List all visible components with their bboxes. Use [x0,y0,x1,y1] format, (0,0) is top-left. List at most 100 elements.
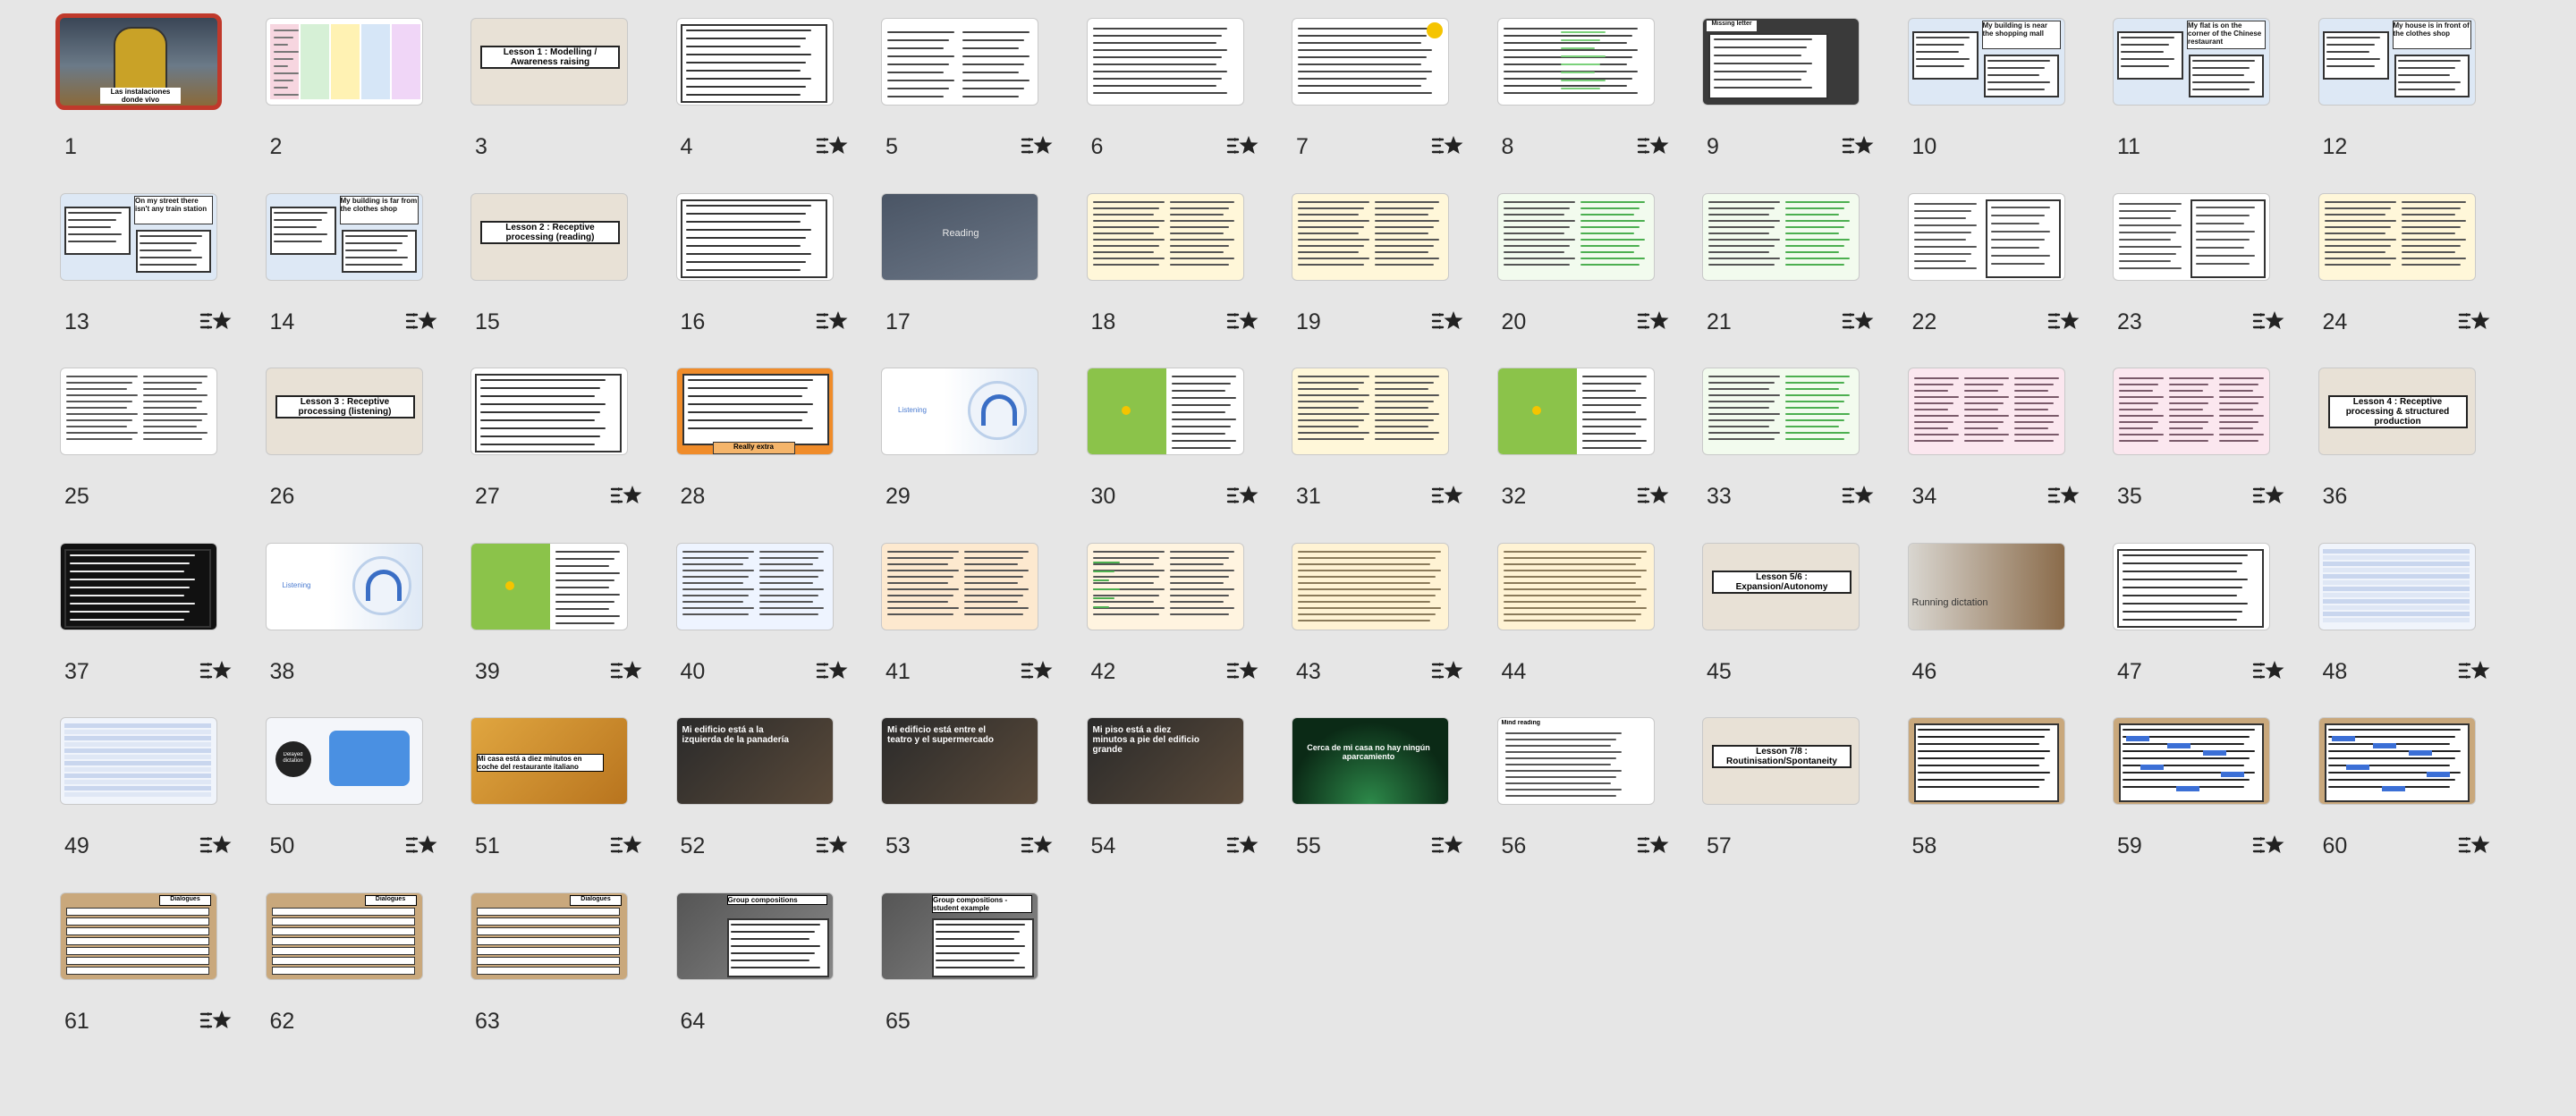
slide-preview[interactable] [881,18,1038,106]
slide-preview[interactable]: Dialogues [60,892,217,980]
slide-thumbnail[interactable]: Listening 38 [265,542,471,713]
transition-star-icon[interactable] [609,482,643,509]
transition-star-icon[interactable] [1636,832,1670,858]
transition-star-icon[interactable] [815,132,849,159]
slide-thumbnail[interactable]: 5 [881,18,1087,188]
slide-preview[interactable]: Lesson 5/6 : Expansion/Autonomy [1702,542,1860,630]
slide-thumbnail[interactable]: 39 [470,542,676,713]
transition-star-icon[interactable] [1225,482,1259,509]
slide-preview[interactable] [1702,192,1860,281]
slide-preview[interactable]: Lesson 4 : Receptive processing & struct… [2318,368,2476,455]
slide-preview[interactable]: Listening [881,368,1038,455]
slide-thumbnail[interactable]: Las instalaciones donde vivo 1 [55,13,266,188]
slide-thumbnail[interactable]: 22 [1907,192,2114,363]
transition-star-icon[interactable] [2457,657,2491,684]
slide-thumbnail[interactable]: Mi casa está a diez minutos en coche del… [470,717,676,887]
slide-preview[interactable] [1086,368,1244,455]
slide-preview[interactable] [60,542,217,630]
slide-preview[interactable] [675,542,834,630]
transition-star-icon[interactable] [2046,308,2080,334]
transition-star-icon[interactable] [1020,657,1054,684]
slide-preview[interactable]: Las instalaciones donde vivo [55,13,222,110]
slide-preview[interactable]: My flat is on the corner of the Chinese … [2113,18,2270,106]
transition-star-icon[interactable] [199,657,233,684]
slide-thumbnail[interactable]: My building is far from the clothes shop… [265,192,471,363]
transition-star-icon[interactable] [2457,308,2491,334]
slide-preview[interactable] [2318,717,2476,805]
slide-thumbnail[interactable]: 32 [1496,368,1703,537]
slide-thumbnail[interactable]: Delayed dictation 50 [265,717,471,887]
slide-preview[interactable] [470,368,628,455]
transition-star-icon[interactable] [199,1007,233,1034]
slide-preview[interactable] [1907,368,2065,455]
transition-star-icon[interactable] [609,657,643,684]
slide-thumbnail[interactable]: 48 [2318,542,2524,713]
slide-preview[interactable] [2318,192,2476,281]
slide-preview[interactable] [675,18,834,106]
slide-preview[interactable] [1292,192,1449,281]
slide-preview[interactable]: My building is far from the clothes shop [265,192,423,281]
transition-star-icon[interactable] [1636,308,1670,334]
slide-preview[interactable] [1496,18,1655,106]
slide-preview[interactable]: My building is near the shopping mall [1907,18,2065,106]
slide-thumbnail[interactable]: 27 [470,368,676,537]
slide-preview[interactable] [1292,18,1449,106]
slide-preview[interactable] [60,368,217,455]
slide-preview[interactable] [1292,368,1449,455]
slide-preview[interactable]: Running dictation [1907,542,2065,630]
transition-star-icon[interactable] [2457,832,2491,858]
transition-star-icon[interactable] [2251,657,2285,684]
slide-preview[interactable]: Lesson 3 : Receptive processing (listeni… [265,368,423,455]
slide-preview[interactable] [1496,368,1655,455]
slide-thumbnail[interactable]: Listening 29 [881,368,1087,537]
transition-star-icon[interactable] [1636,482,1670,509]
slide-thumbnail[interactable]: 60 [2318,717,2524,887]
transition-star-icon[interactable] [1430,308,1464,334]
slide-preview[interactable] [2113,717,2270,805]
slide-preview[interactable]: Delayed dictation [265,717,423,805]
slide-thumbnail[interactable]: 8 [1496,18,1703,188]
slide-preview[interactable]: Group compositions [675,892,834,980]
slide-preview[interactable] [470,542,628,630]
transition-star-icon[interactable] [1430,657,1464,684]
slide-thumbnail[interactable]: 7 [1292,18,1497,188]
slide-thumbnail[interactable]: Mi edificio está a la izquierda de la pa… [675,717,882,887]
slide-thumbnail[interactable]: 42 [1086,542,1292,713]
slide-preview[interactable]: Mind reading [1496,717,1655,805]
slide-thumbnail[interactable]: 43 [1292,542,1497,713]
slide-preview[interactable] [1702,368,1860,455]
slide-thumbnail[interactable]: My flat is on the corner of the Chinese … [2113,18,2318,188]
transition-star-icon[interactable] [404,308,438,334]
slide-preview[interactable] [675,192,834,281]
slide-thumbnail[interactable]: 31 [1292,368,1497,537]
slide-thumbnail[interactable]: 25 [60,368,266,537]
slide-preview[interactable]: Group compositions - student example [881,892,1038,980]
slide-thumbnail[interactable]: On my street there isn't any train stati… [60,192,266,363]
slide-preview[interactable]: Mi casa está a diez minutos en coche del… [470,717,628,805]
slide-preview[interactable]: Dialogues [470,892,628,980]
transition-star-icon[interactable] [609,832,643,858]
slide-thumbnail[interactable]: My house is in front of the clothes shop… [2318,18,2524,188]
slide-preview[interactable] [1086,192,1244,281]
slide-thumbnail[interactable]: 47 [2113,542,2318,713]
slide-thumbnail[interactable]: 40 [675,542,882,713]
slide-thumbnail[interactable]: 37 [60,542,266,713]
slide-preview[interactable] [2113,542,2270,630]
slide-preview[interactable]: Mi edificio está entre el teatro y el su… [881,717,1038,805]
slide-thumbnail[interactable]: Dialogues 63 [470,892,676,1062]
slide-thumbnail[interactable]: 44 [1496,542,1703,713]
slide-thumbnail[interactable]: Really extra 28 [675,368,882,537]
slide-preview[interactable]: My house is in front of the clothes shop [2318,18,2476,106]
slide-preview[interactable]: Mi edificio está a la izquierda de la pa… [675,717,834,805]
transition-star-icon[interactable] [199,308,233,334]
slide-thumbnail[interactable]: Lesson 3 : Receptive processing (listeni… [265,368,471,537]
transition-star-icon[interactable] [1841,482,1875,509]
slide-thumbnail[interactable]: 24 [2318,192,2524,363]
slide-thumbnail[interactable]: Mi edificio está entre el teatro y el su… [881,717,1087,887]
slide-preview[interactable]: Reading [881,192,1038,281]
slide-thumbnail[interactable]: 18 [1086,192,1292,363]
slide-thumbnail[interactable]: Dialogues 62 [265,892,471,1062]
transition-star-icon[interactable] [1430,482,1464,509]
slide-preview[interactable]: Lesson 1 : Modelling / Awareness raising [470,18,628,106]
slide-preview[interactable] [265,18,423,106]
